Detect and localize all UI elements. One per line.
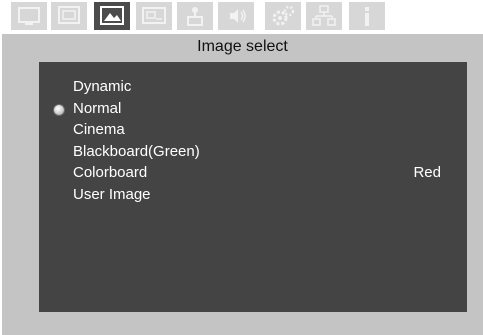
tab-network[interactable] bbox=[306, 2, 342, 30]
option-label: User Image bbox=[73, 186, 151, 203]
setup-icon bbox=[142, 7, 166, 24]
network-icon bbox=[312, 5, 336, 26]
tab-screen-adjust[interactable] bbox=[51, 2, 87, 30]
tab-display[interactable] bbox=[11, 2, 47, 30]
options-panel: Dynamic Normal Cinema Blackboard(Green) … bbox=[39, 62, 467, 312]
settings-gear-icon bbox=[272, 5, 295, 26]
option-label: Colorboard bbox=[73, 164, 148, 181]
tab-info[interactable] bbox=[349, 2, 385, 30]
tab-image[interactable] bbox=[94, 2, 130, 30]
option-label: Blackboard(Green) bbox=[73, 143, 200, 160]
image-icon bbox=[100, 6, 124, 25]
colorboard-value: Red bbox=[413, 164, 441, 181]
option-label: Normal bbox=[73, 100, 122, 117]
menu-tab-bar bbox=[0, 0, 483, 34]
window-title: Image select bbox=[197, 38, 288, 55]
option-label: Dynamic bbox=[73, 78, 132, 95]
info-icon bbox=[365, 7, 369, 26]
option-label: Cinema bbox=[73, 121, 125, 138]
audio-icon bbox=[230, 9, 246, 23]
image-select-window: Image select Dynamic Normal Cinema Black… bbox=[2, 34, 483, 335]
tab-input[interactable] bbox=[177, 2, 213, 30]
tab-audio[interactable] bbox=[218, 2, 254, 30]
screen-adjust-icon bbox=[58, 6, 80, 24]
selected-radio-icon bbox=[53, 104, 65, 116]
input-icon bbox=[187, 7, 203, 26]
tab-setup[interactable] bbox=[136, 2, 172, 30]
display-icon bbox=[18, 7, 40, 25]
tab-settings[interactable] bbox=[265, 2, 301, 30]
